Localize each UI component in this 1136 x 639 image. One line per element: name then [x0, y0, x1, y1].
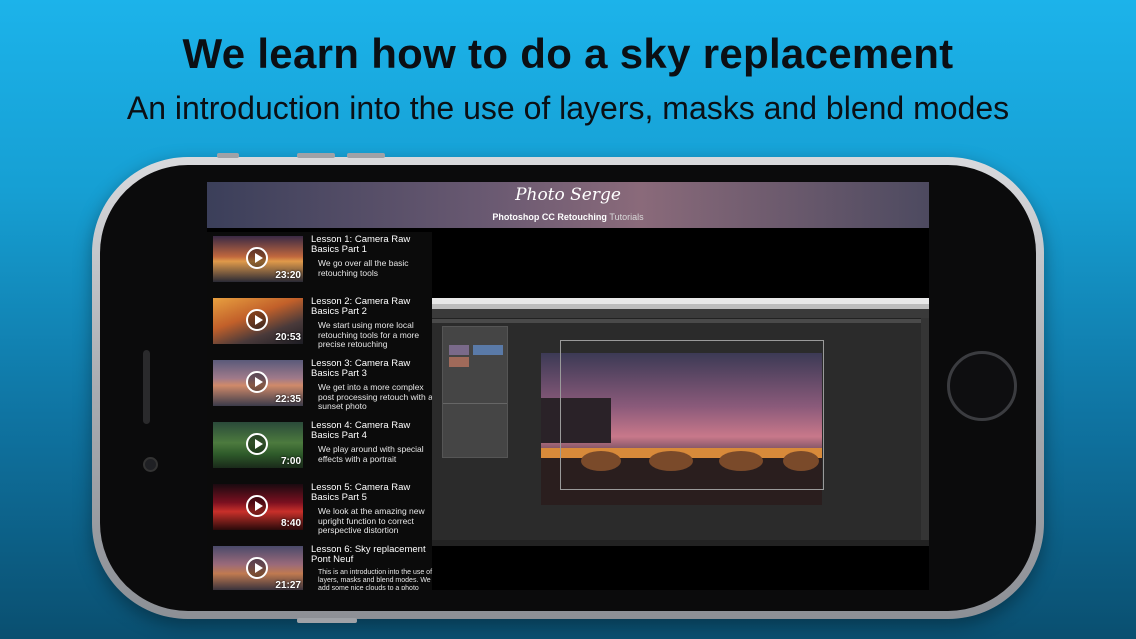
app-subtitle: Photoshop CC Retouching Tutorials	[207, 212, 929, 222]
ps-layer-thumb	[449, 357, 469, 367]
lesson-item[interactable]: 22:35 Lesson 3: Camera Raw Basics Part 3…	[213, 359, 435, 416]
lesson-item[interactable]: 21:27 Lesson 6: Sky replacement Pont Neu…	[213, 545, 435, 590]
ps-tools-panel	[921, 318, 929, 546]
lesson-title[interactable]: Lesson 5: Camera Raw Basics Part 5	[311, 483, 433, 503]
lesson-title[interactable]: Lesson 2: Camera Raw Basics Part 2	[311, 297, 433, 317]
subline: An introduction into the use of layers, …	[126, 90, 1010, 126]
ps-options-bar	[432, 309, 929, 319]
lesson-list: 23:20 Lesson 1: Camera Raw Basics Part 1…	[207, 232, 435, 590]
lesson-description: We go over all the basic retouching tool…	[318, 258, 409, 278]
home-button[interactable]	[947, 351, 1017, 421]
lesson-description: We play around with special effects with…	[318, 444, 424, 464]
lesson-item[interactable]: 23:20 Lesson 1: Camera Raw Basics Part 1…	[213, 235, 435, 292]
play-icon[interactable]	[246, 495, 268, 517]
play-icon[interactable]	[246, 557, 268, 579]
play-icon[interactable]	[246, 371, 268, 393]
lesson-duration: 23:20	[275, 270, 301, 281]
lesson-title[interactable]: Lesson 6: Sky replacement Pont Neuf	[311, 545, 433, 565]
lesson-description: We get into a more complex post processi…	[318, 382, 433, 411]
lesson-title[interactable]: Lesson 1: Camera Raw Basics Part 1	[311, 235, 433, 255]
lesson-duration: 7:00	[280, 456, 301, 467]
app-banner: Photo Serge Photoshop CC Retouching Tuto…	[207, 182, 929, 228]
video-preview[interactable]	[432, 298, 929, 546]
lesson-item[interactable]: 8:40 Lesson 5: Camera Raw Basics Part 5 …	[213, 483, 435, 540]
app-logo: Photo Serge	[515, 185, 621, 205]
lesson-duration: 21:27	[275, 580, 301, 590]
lesson-duration: 22:35	[275, 394, 301, 405]
ps-status-bar	[432, 540, 929, 546]
ps-layers-panel	[442, 326, 508, 458]
lesson-thumbnail[interactable]: 21:27	[213, 546, 303, 590]
lesson-description: This is an introduction into the use of …	[318, 569, 433, 590]
lesson-title[interactable]: Lesson 3: Camera Raw Basics Part 3	[311, 359, 433, 379]
lesson-thumbnail[interactable]: 8:40	[213, 484, 303, 530]
lesson-title[interactable]: Lesson 4: Camera Raw Basics Part 4	[311, 421, 433, 441]
play-icon[interactable]	[246, 247, 268, 269]
lesson-description: We start using more local retouching too…	[318, 320, 420, 349]
ps-layer-selected	[473, 345, 503, 355]
front-camera	[143, 457, 158, 472]
lesson-thumbnail[interactable]: 23:20	[213, 236, 303, 282]
power-button	[297, 618, 357, 623]
ps-document-tabs	[432, 319, 929, 323]
ps-panel-divider	[443, 403, 507, 404]
lesson-thumbnail[interactable]: 7:00	[213, 422, 303, 468]
mute-switch	[217, 153, 239, 158]
play-icon[interactable]	[246, 309, 268, 331]
lesson-thumbnail[interactable]: 20:53	[213, 298, 303, 344]
volume-up-button	[297, 153, 335, 158]
lesson-item[interactable]: 7:00 Lesson 4: Camera Raw Basics Part 4 …	[213, 421, 435, 478]
app-subtitle-bold: Photoshop CC Retouching	[492, 212, 607, 222]
app-screen: Photo Serge Photoshop CC Retouching Tuto…	[207, 182, 929, 590]
lesson-item[interactable]: 20:53 Lesson 2: Camera Raw Basics Part 2…	[213, 297, 435, 354]
app-subtitle-light: Tutorials	[609, 212, 644, 222]
play-icon[interactable]	[246, 433, 268, 455]
speaker-grille	[143, 350, 150, 424]
volume-down-button	[347, 153, 385, 158]
lesson-duration: 8:40	[280, 518, 301, 529]
lesson-description: We look at the amazing new upright funct…	[318, 506, 425, 535]
lesson-thumbnail[interactable]: 22:35	[213, 360, 303, 406]
lesson-duration: 20:53	[275, 332, 301, 343]
ps-layer-thumb	[449, 345, 469, 355]
headline: We learn how to do a sky replacement	[182, 30, 954, 77]
ps-selection-box	[560, 340, 824, 490]
